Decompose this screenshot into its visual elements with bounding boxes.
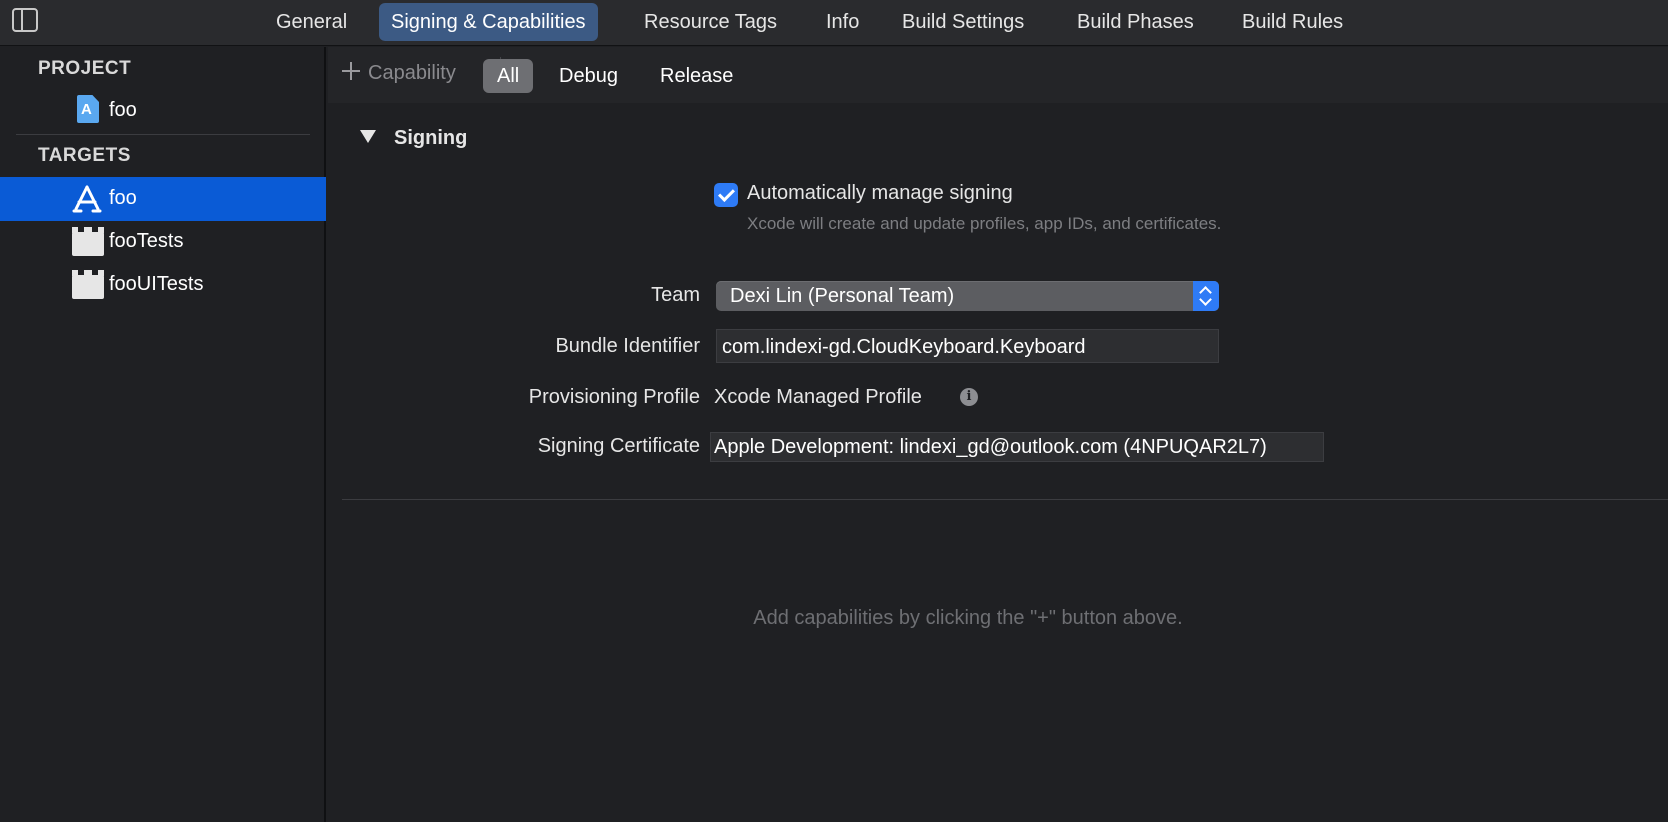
tab-resource-tags[interactable]: Resource Tags <box>632 3 789 41</box>
plus-icon <box>342 62 360 80</box>
auto-manage-signing-label[interactable]: Automatically manage signing <box>747 182 1013 205</box>
signing-capabilities-editor: Capability All Debug Release Signing Aut… <box>328 47 1668 822</box>
signing-section-title: Signing <box>394 127 468 149</box>
disclosure-triangle-icon[interactable] <box>360 130 376 143</box>
auto-manage-signing-description: Xcode will create and update profiles, a… <box>747 214 1222 233</box>
bundle-identifier-field[interactable]: com.lindexi-gd.CloudKeyboard.Keyboard <box>716 329 1219 363</box>
chevron-up-down-icon <box>1193 281 1219 311</box>
bundle-identifier-value: com.lindexi-gd.CloudKeyboard.Keyboard <box>722 336 1086 358</box>
bundle-identifier-label: Bundle Identifier <box>555 335 700 357</box>
auto-manage-signing-checkbox[interactable] <box>714 183 738 207</box>
sidebar-item-label: fooTests <box>109 230 184 252</box>
sidebar-toggle-icon[interactable] <box>12 8 38 32</box>
signing-certificate-field: Apple Development: lindexi_gd@outlook.co… <box>710 432 1324 462</box>
section-divider <box>342 499 1668 500</box>
filter-debug-button[interactable]: Debug <box>545 59 632 93</box>
sidebar-item-target-fooUITests[interactable]: fooUITests <box>0 263 326 307</box>
provisioning-profile-label: Provisioning Profile <box>528 386 700 408</box>
project-navigator: PROJECT foo TARGETS foo fooTests fooUITe… <box>0 47 326 822</box>
sidebar-item-label: fooUITests <box>109 273 204 295</box>
editor-tab-bar: General Signing & Capabilities Resource … <box>0 0 1668 46</box>
xcode-project-icon <box>77 95 99 123</box>
project-section-header: PROJECT <box>38 58 132 79</box>
tab-general[interactable]: General <box>264 3 359 41</box>
targets-section-header: TARGETS <box>38 145 131 166</box>
capability-toolbar: Capability All Debug Release <box>328 47 1668 103</box>
sidebar-item-project-foo[interactable]: foo <box>0 89 326 133</box>
sidebar-item-label: foo <box>109 187 137 209</box>
team-value: Dexi Lin (Personal Team) <box>730 285 955 307</box>
signing-certificate-label: Signing Certificate <box>537 435 700 457</box>
sidebar-item-target-foo[interactable]: foo <box>0 177 326 221</box>
signing-certificate-value: Apple Development: lindexi_gd@outlook.co… <box>714 436 1267 458</box>
app-target-icon <box>72 185 102 213</box>
signing-section-header[interactable]: Signing <box>360 127 467 150</box>
add-capability-label: Capability <box>368 62 456 84</box>
tab-build-settings[interactable]: Build Settings <box>890 3 1036 41</box>
tab-signing-capabilities[interactable]: Signing & Capabilities <box>379 3 598 41</box>
test-bundle-icon <box>72 227 104 256</box>
info-icon[interactable]: i <box>960 388 978 406</box>
team-label: Team <box>651 284 700 306</box>
provisioning-profile-value: Xcode Managed Profile <box>714 386 922 408</box>
tab-build-phases[interactable]: Build Phases <box>1065 3 1206 41</box>
test-bundle-icon <box>72 270 104 299</box>
sidebar-divider <box>16 134 310 135</box>
sidebar-item-target-footests[interactable]: fooTests <box>0 220 326 264</box>
empty-capabilities-hint: Add capabilities by clicking the "+" but… <box>753 607 1183 629</box>
team-popup[interactable]: Dexi Lin (Personal Team) <box>716 281 1219 311</box>
tab-info[interactable]: Info <box>814 3 871 41</box>
tab-build-rules[interactable]: Build Rules <box>1230 3 1355 41</box>
sidebar-item-label: foo <box>109 99 137 121</box>
filter-all-button[interactable]: All <box>483 59 534 93</box>
filter-release-button[interactable]: Release <box>646 59 747 93</box>
add-capability-button[interactable]: Capability <box>342 61 456 89</box>
